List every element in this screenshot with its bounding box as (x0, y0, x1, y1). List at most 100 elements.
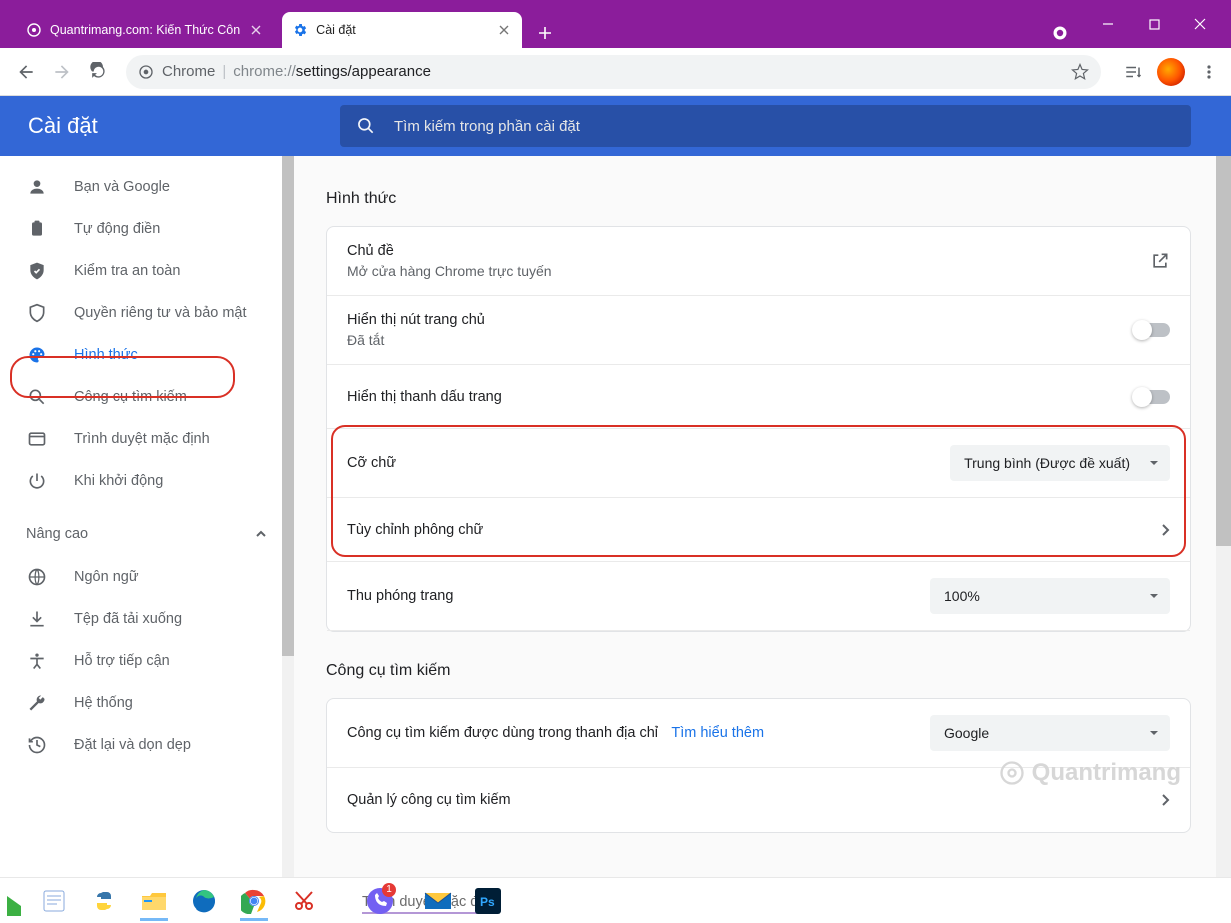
browser-icon (26, 428, 48, 450)
sidebar-scrollbar[interactable] (282, 156, 294, 877)
taskbar-app-mail[interactable] (416, 881, 460, 921)
tab-settings[interactable]: Cài đặt (282, 12, 522, 48)
close-icon[interactable] (496, 22, 512, 38)
sidebar-item-appearance[interactable]: Hình thức (0, 334, 276, 376)
font-size-dropdown[interactable]: Trung bình (Được đề xuất) (950, 445, 1170, 481)
power-icon (26, 470, 48, 492)
chevron-up-icon (254, 527, 268, 541)
open-external-icon[interactable] (1150, 251, 1170, 271)
tab-title: Quantrimang.com: Kiến Thức Côn (50, 23, 240, 37)
taskbar-app-green[interactable] (6, 881, 26, 921)
row-search-engine: Công cụ tìm kiếm được dùng trong thanh đ… (327, 699, 1190, 768)
sidebar-item-privacy[interactable]: Quyền riêng tư và bảo mật (0, 292, 276, 334)
toolbar: Chrome | chrome://settings/appearance (0, 48, 1231, 96)
taskbar-app-edge[interactable] (182, 881, 226, 921)
settings-gear-icon (292, 22, 308, 38)
tab-title: Cài đặt (316, 23, 488, 37)
sidebar-item-system[interactable]: Hệ thống (0, 682, 276, 724)
appearance-card: Chủ đề Mở cửa hàng Chrome trực tuyến Hiể… (326, 226, 1191, 632)
sidebar-item-you-and-google[interactable]: Bạn và Google (0, 166, 276, 208)
chevron-right-icon (1160, 793, 1170, 807)
new-tab-button[interactable] (530, 18, 560, 48)
section-appearance-title: Hình thức (326, 190, 1191, 208)
row-theme[interactable]: Chủ đề Mở cửa hàng Chrome trực tuyến (327, 227, 1190, 296)
person-icon (26, 176, 48, 198)
sidebar-item-language[interactable]: Ngôn ngữ (0, 556, 276, 598)
sidebar-item-downloads[interactable]: Tệp đã tải xuống (0, 598, 276, 640)
accessibility-icon (26, 650, 48, 672)
close-window-button[interactable] (1177, 8, 1223, 40)
home-button-toggle[interactable] (1134, 323, 1170, 337)
sidebar-item-safety-check[interactable]: Kiểm tra an toàn (0, 250, 276, 292)
taskbar-app-python[interactable] (82, 881, 126, 921)
row-bookmarks-bar: Hiển thị thanh dấu trang (327, 365, 1190, 429)
shield-check-icon (26, 260, 48, 282)
row-zoom: Thu phóng trang 100% (327, 562, 1190, 631)
search-engine-card: Công cụ tìm kiếm được dùng trong thanh đ… (326, 698, 1191, 833)
taskbar-app-snip[interactable] (282, 881, 326, 921)
window-controls (1085, 4, 1223, 44)
row-font-size: Cỡ chữ Trung bình (Được đề xuất) (327, 429, 1190, 498)
row-custom-fonts[interactable]: Tùy chỉnh phông chữ (327, 498, 1190, 562)
window-titlebar: Quantrimang.com: Kiến Thức Côn Cài đặt (0, 0, 1231, 48)
clipboard-icon (26, 218, 48, 240)
history-icon (26, 734, 48, 756)
url-text: Chrome | chrome://settings/appearance (162, 63, 1063, 80)
bookmarks-toggle[interactable] (1134, 390, 1170, 404)
extension-icon[interactable] (1045, 18, 1075, 48)
settings-main: Hình thức Chủ đề Mở cửa hàng Chrome trực… (294, 156, 1231, 877)
download-icon (26, 608, 48, 630)
chevron-right-icon (1160, 523, 1170, 537)
chevron-down-icon (1148, 590, 1160, 602)
content-area: Bạn và Google Tự động điền Kiểm tra an t… (0, 156, 1231, 877)
sidebar-item-search[interactable]: Công cụ tìm kiếm (0, 376, 276, 418)
taskbar-app-explorer[interactable] (132, 881, 176, 921)
sidebar-item-reset[interactable]: Đặt lại và dọn dẹp (0, 724, 276, 766)
sidebar-item-on-startup[interactable]: Khi khởi động (0, 460, 276, 502)
sidebar-advanced-toggle[interactable]: Nâng cao (0, 512, 294, 556)
search-icon (26, 386, 48, 408)
palette-icon (26, 344, 48, 366)
reading-list-icon[interactable] (1119, 58, 1147, 86)
chevron-down-icon (1148, 457, 1160, 469)
back-button[interactable] (8, 54, 44, 90)
minimize-button[interactable] (1085, 8, 1131, 40)
tab-quantrimang[interactable]: Quantrimang.com: Kiến Thức Côn (16, 12, 274, 48)
main-scrollbar[interactable] (1216, 156, 1231, 877)
shield-icon (26, 302, 48, 324)
taskbar: Trình duyệt mặc định 1 Ps (0, 877, 1231, 923)
site-icon (26, 22, 42, 38)
tab-strip: Quantrimang.com: Kiến Thức Côn Cài đặt (8, 12, 1045, 48)
learn-more-link[interactable]: Tìm hiểu thêm (671, 725, 764, 741)
row-home-button: Hiển thị nút trang chủ Đã tắt (327, 296, 1190, 365)
sidebar-item-default-browser[interactable]: Trình duyệt mặc định (0, 418, 276, 460)
taskbar-app-notepad[interactable] (32, 881, 76, 921)
menu-icon[interactable] (1195, 58, 1223, 86)
search-icon (356, 116, 376, 136)
toolbar-actions (1111, 58, 1223, 86)
sidebar-item-accessibility[interactable]: Hỗ trợ tiếp cận (0, 640, 276, 682)
taskbar-app-chrome[interactable] (232, 881, 276, 921)
search-placeholder: Tìm kiếm trong phần cài đặt (394, 118, 580, 135)
page-title: Cài đặt (0, 113, 340, 139)
taskbar-app-viber[interactable]: 1 (358, 881, 402, 921)
zoom-dropdown[interactable]: 100% (930, 578, 1170, 614)
chrome-page-icon (138, 64, 154, 80)
address-bar[interactable]: Chrome | chrome://settings/appearance (126, 55, 1101, 89)
sidebar-item-autofill[interactable]: Tự động điền (0, 208, 276, 250)
bookmark-star-icon[interactable] (1071, 63, 1089, 81)
maximize-button[interactable] (1131, 8, 1177, 40)
section-search-title: Công cụ tìm kiếm (326, 662, 1191, 680)
settings-search[interactable]: Tìm kiếm trong phần cài đặt (340, 105, 1191, 147)
profile-avatar[interactable] (1157, 58, 1185, 86)
taskbar-app-photoshop[interactable]: Ps (466, 881, 510, 921)
settings-header: Cài đặt Tìm kiếm trong phần cài đặt (0, 96, 1231, 156)
settings-sidebar: Bạn và Google Tự động điền Kiểm tra an t… (0, 156, 294, 877)
row-manage-search[interactable]: Quản lý công cụ tìm kiếm (327, 768, 1190, 832)
reload-button[interactable] (80, 54, 116, 90)
chevron-down-icon (1148, 727, 1160, 739)
wrench-icon (26, 692, 48, 714)
close-icon[interactable] (248, 22, 264, 38)
forward-button[interactable] (44, 54, 80, 90)
search-engine-dropdown[interactable]: Google (930, 715, 1170, 751)
